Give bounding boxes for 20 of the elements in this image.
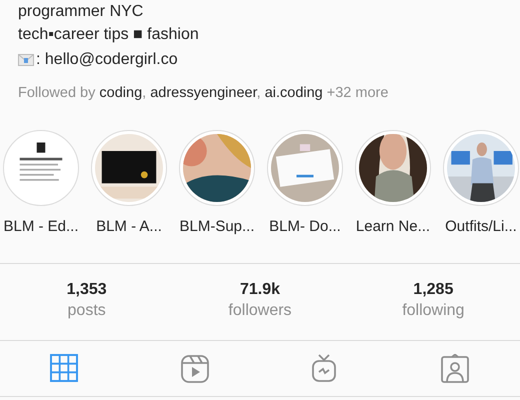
highlight-label[interactable]: Outfits/Li... bbox=[445, 218, 517, 235]
stat-value: 71.9k bbox=[240, 280, 280, 300]
highlight-label[interactable]: BLM - A... bbox=[96, 218, 162, 235]
stat-value: 1,285 bbox=[413, 280, 454, 300]
stat-value: 1,353 bbox=[66, 280, 107, 300]
profile-icon bbox=[440, 354, 470, 384]
highlight-label[interactable]: BLM- Do... bbox=[269, 218, 341, 235]
highlight-label[interactable]: BLM-Sup... bbox=[179, 218, 255, 235]
envelope-icon bbox=[18, 54, 34, 66]
email-text: : hello@codergirl.co bbox=[36, 50, 178, 70]
highlight-label[interactable]: Learn Ne... bbox=[356, 218, 430, 235]
stat-label: following bbox=[402, 301, 464, 321]
grid-icon bbox=[50, 354, 80, 384]
stat-label: posts bbox=[68, 301, 106, 321]
video-icon bbox=[180, 354, 210, 384]
highlight-label[interactable]: BLM - Ed... bbox=[3, 218, 79, 235]
stat-label: followers bbox=[228, 301, 292, 321]
followed-by-text[interactable]: Followed by coding, adressyengineer, ai.coding +32 more bbox=[18, 85, 502, 101]
bio-text: tech▪career tips ■ fashion bbox=[18, 25, 200, 45]
bio-text: programmer NYC bbox=[18, 2, 144, 22]
